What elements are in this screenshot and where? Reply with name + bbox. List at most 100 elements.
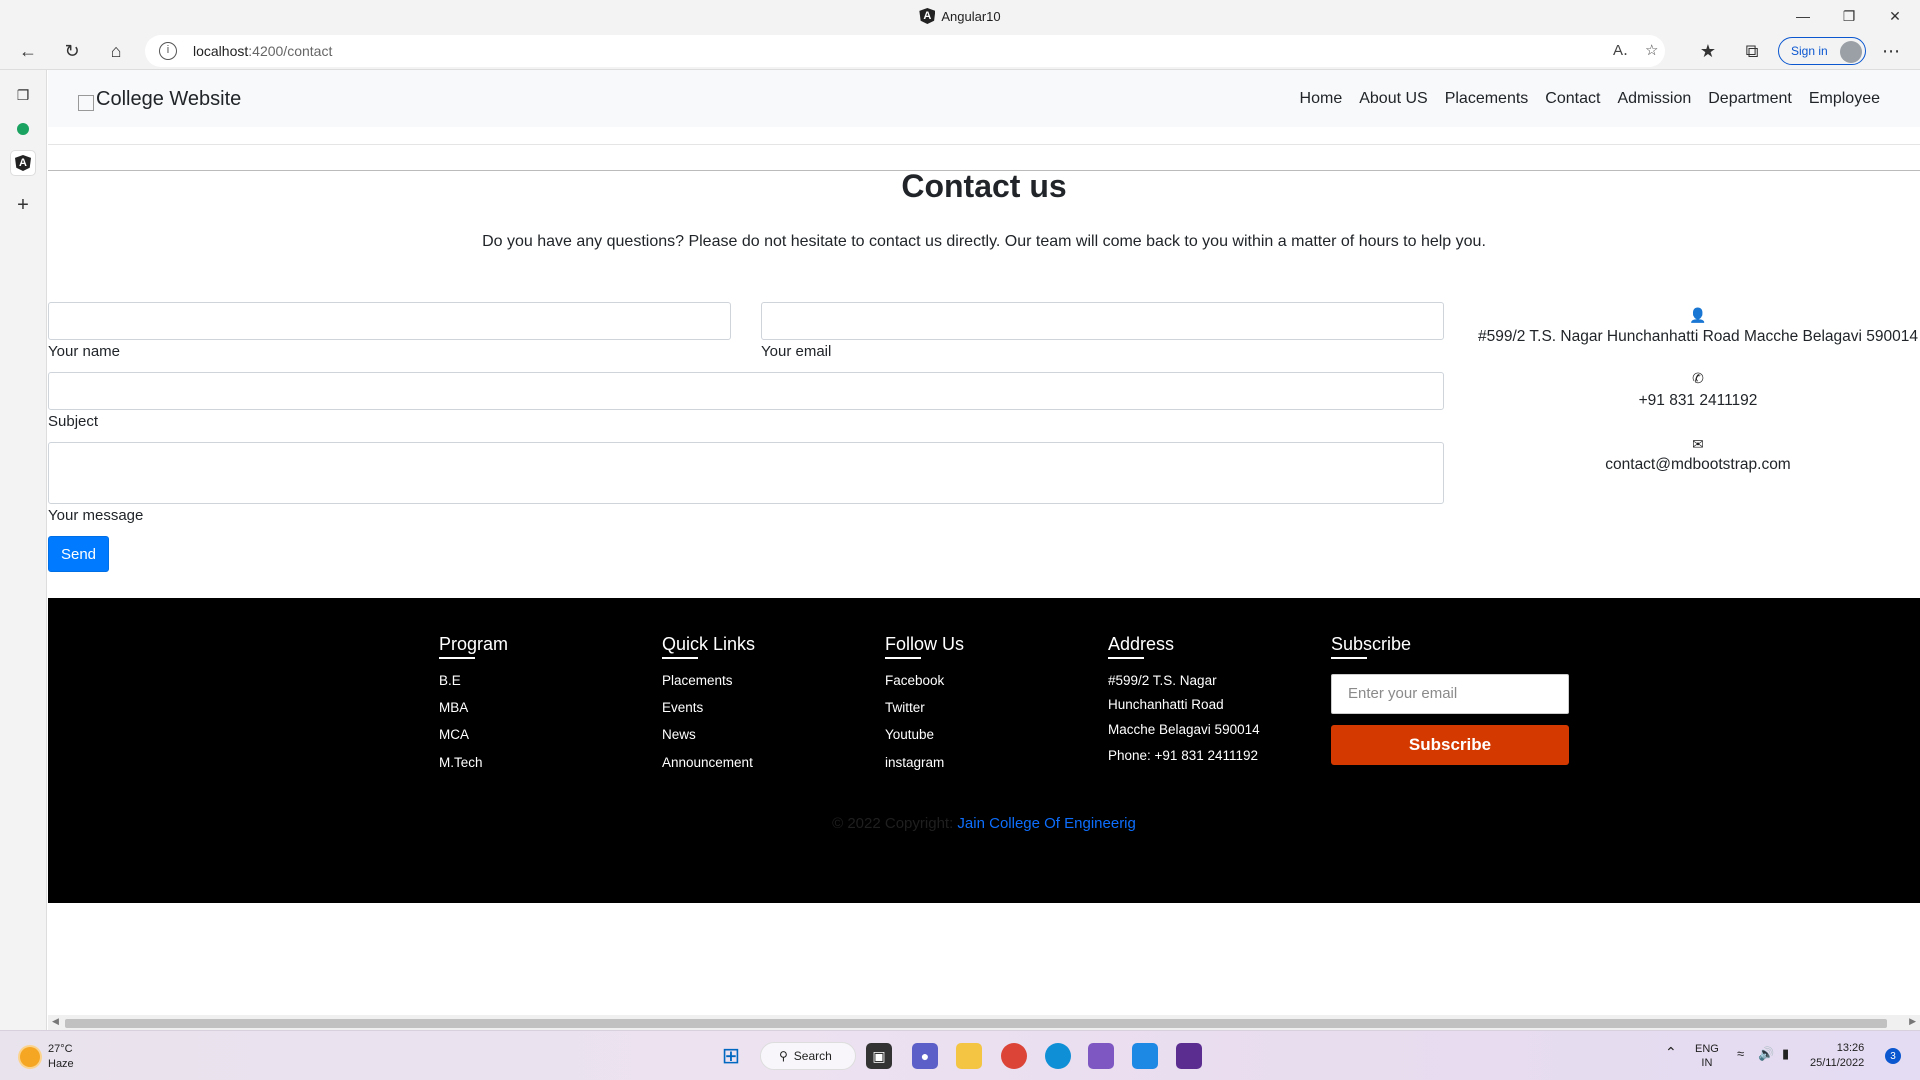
window-titlebar: A Angular10 — ❐ ✕ (0, 0, 1920, 32)
message-label: Your message (48, 507, 144, 524)
nav-admission[interactable]: Admission (1617, 90, 1691, 108)
wifi-icon[interactable]: ≈ (1737, 1047, 1744, 1061)
contact-address: #599/2 T.S. Nagar Hunchanhatti Road Macc… (1477, 328, 1919, 345)
brand-text: College Website (96, 88, 242, 110)
sign-in-button[interactable]: Sign in (1778, 37, 1866, 65)
web-page: College Website Home About US Placements… (48, 70, 1920, 1015)
subscribe-email-input[interactable]: Enter your email (1331, 674, 1569, 714)
tab-actions-icon[interactable]: ❐ (10, 82, 36, 108)
broken-image-icon (78, 94, 94, 111)
angular-tab-icon[interactable]: A (10, 150, 36, 176)
restore-icon[interactable]: ❐ (1826, 0, 1872, 32)
show-hidden-icons-chevron-icon[interactable]: ⌃ (1665, 1045, 1677, 1059)
scroll-right-arrow-icon[interactable]: ▶ (1909, 1016, 1916, 1027)
url-text[interactable]: localhost:4200/contact (193, 43, 332, 59)
footer-link[interactable]: Placements (662, 673, 862, 689)
volume-icon[interactable]: 🔊 (1758, 1047, 1774, 1061)
edge-icon[interactable] (1045, 1043, 1071, 1069)
browser-sidebar: ❐ A + (0, 70, 47, 1030)
footer-link[interactable]: News (662, 727, 862, 743)
back-arrow-icon[interactable]: ← (13, 36, 43, 66)
footer-heading: Follow Us (885, 634, 1085, 659)
read-aloud-icon[interactable]: A․ (1613, 41, 1628, 59)
email-label: Your email (761, 343, 832, 360)
weather-widget[interactable]: 27°C Haze (20, 1042, 74, 1072)
copyright-text: © 2022 Copyright: (832, 815, 954, 832)
scroll-left-arrow-icon[interactable]: ◀ (52, 1016, 59, 1027)
name-field[interactable] (48, 302, 731, 340)
windows-taskbar: 27°C Haze ⊞ ⚲ Search ▣ ● ⌃ ENG IN ≈ 🔊 ▮ … (0, 1030, 1920, 1080)
footer-link[interactable]: Facebook (885, 673, 1085, 689)
horizontal-scrollbar[interactable]: ◀ ▶ (48, 1015, 1920, 1030)
chrome-icon[interactable] (1001, 1043, 1027, 1069)
footer-link[interactable]: instagram (885, 755, 1085, 771)
collections-icon[interactable]: ⧉ (1737, 36, 1767, 66)
battery-icon[interactable]: ▮ (1782, 1047, 1789, 1061)
window-title-area: A Angular10 (0, 0, 1920, 32)
site-info-icon[interactable]: i (159, 42, 177, 60)
footer-link[interactable]: MCA (439, 727, 639, 743)
contact-phone: +91 831 2411192 (1638, 392, 1758, 409)
email-field[interactable] (761, 302, 1444, 340)
footer-address-line: #599/2 T.S. Nagar Hunchanhatti Road (1108, 673, 1224, 712)
footer-link[interactable]: MBA (439, 700, 639, 716)
home-icon[interactable]: ⌂ (101, 36, 131, 66)
more-options-icon[interactable]: ⋯ (1876, 36, 1906, 66)
search-label: Search (793, 1049, 832, 1063)
site-navbar: College Website Home About US Placements… (48, 70, 1920, 127)
nav-placements[interactable]: Placements (1445, 90, 1529, 108)
footer-subscribe: Subscribe Enter your email Subscribe (1331, 634, 1571, 774)
green-app-icon[interactable] (10, 116, 36, 142)
visual-studio-icon[interactable] (1088, 1043, 1114, 1069)
subscribe-button[interactable]: Subscribe (1331, 725, 1569, 765)
address-bar[interactable]: i localhost:4200/contact A․ ☆ (145, 35, 1665, 67)
window-title: Angular10 (941, 8, 1001, 24)
time: 13:26 (1836, 1042, 1865, 1054)
nav-department[interactable]: Department (1708, 90, 1792, 108)
sun-haze-icon (20, 1047, 40, 1067)
close-icon[interactable]: ✕ (1872, 0, 1918, 32)
envelope-icon: ✉ (1692, 436, 1704, 452)
task-view-icon[interactable]: ▣ (866, 1043, 892, 1069)
subject-field[interactable] (48, 372, 1444, 410)
nav-employee[interactable]: Employee (1809, 90, 1880, 108)
teams-chat-icon[interactable]: ● (912, 1043, 938, 1069)
windows-start-icon[interactable]: ⊞ (718, 1043, 744, 1069)
nav-about-us[interactable]: About US (1359, 90, 1427, 108)
new-tab-plus-icon[interactable]: + (10, 192, 36, 218)
weather-condition: Haze (48, 1058, 74, 1070)
page-title: Contact us (901, 168, 1067, 204)
footer-link[interactable]: Announcement (662, 755, 862, 771)
contact-email: contact@mdbootstrap.com (1605, 456, 1791, 473)
footer-heading: Subscribe (1331, 634, 1571, 659)
copyright-link[interactable]: Jain College Of Engineerig (957, 815, 1135, 832)
file-explorer-icon[interactable] (956, 1043, 982, 1069)
footer-quick-links: Quick Links Placements Events News Annou… (662, 634, 862, 782)
subject-label: Subject (48, 413, 99, 430)
refresh-icon[interactable]: ↻ (57, 36, 87, 66)
terminal-icon[interactable] (1176, 1043, 1202, 1069)
footer-address-line: Macche Belagavi 590014 (1108, 722, 1260, 738)
footer-heading: Quick Links (662, 634, 862, 659)
clock[interactable]: 13:26 25/11/2022 (1810, 1041, 1864, 1071)
footer-link[interactable]: Twitter (885, 700, 1085, 716)
taskbar-search[interactable]: ⚲ Search (760, 1042, 856, 1070)
minimize-icon[interactable]: — (1780, 0, 1826, 32)
site-brand[interactable]: College Website (78, 88, 241, 111)
footer-link[interactable]: Youtube (885, 727, 1085, 743)
page-subtitle: Do you have any questions? Please do not… (482, 233, 1486, 250)
send-button[interactable]: Send (48, 536, 109, 572)
scrollbar-thumb[interactable] (65, 1019, 1887, 1028)
add-favorite-icon[interactable]: ☆ (1645, 41, 1658, 59)
footer-link[interactable]: B.E (439, 673, 639, 689)
footer-follow-us: Follow Us Facebook Twitter Youtube insta… (885, 634, 1085, 782)
nav-contact[interactable]: Contact (1545, 90, 1600, 108)
footer-link[interactable]: Events (662, 700, 862, 716)
message-textarea[interactable] (48, 442, 1444, 504)
notification-badge[interactable]: 3 (1885, 1048, 1901, 1064)
nav-home[interactable]: Home (1300, 90, 1343, 108)
vscode-icon[interactable] (1132, 1043, 1158, 1069)
footer-link[interactable]: M.Tech (439, 755, 639, 771)
favorites-icon[interactable]: ★ (1693, 36, 1723, 66)
language-indicator[interactable]: ENG IN (1695, 1042, 1719, 1070)
